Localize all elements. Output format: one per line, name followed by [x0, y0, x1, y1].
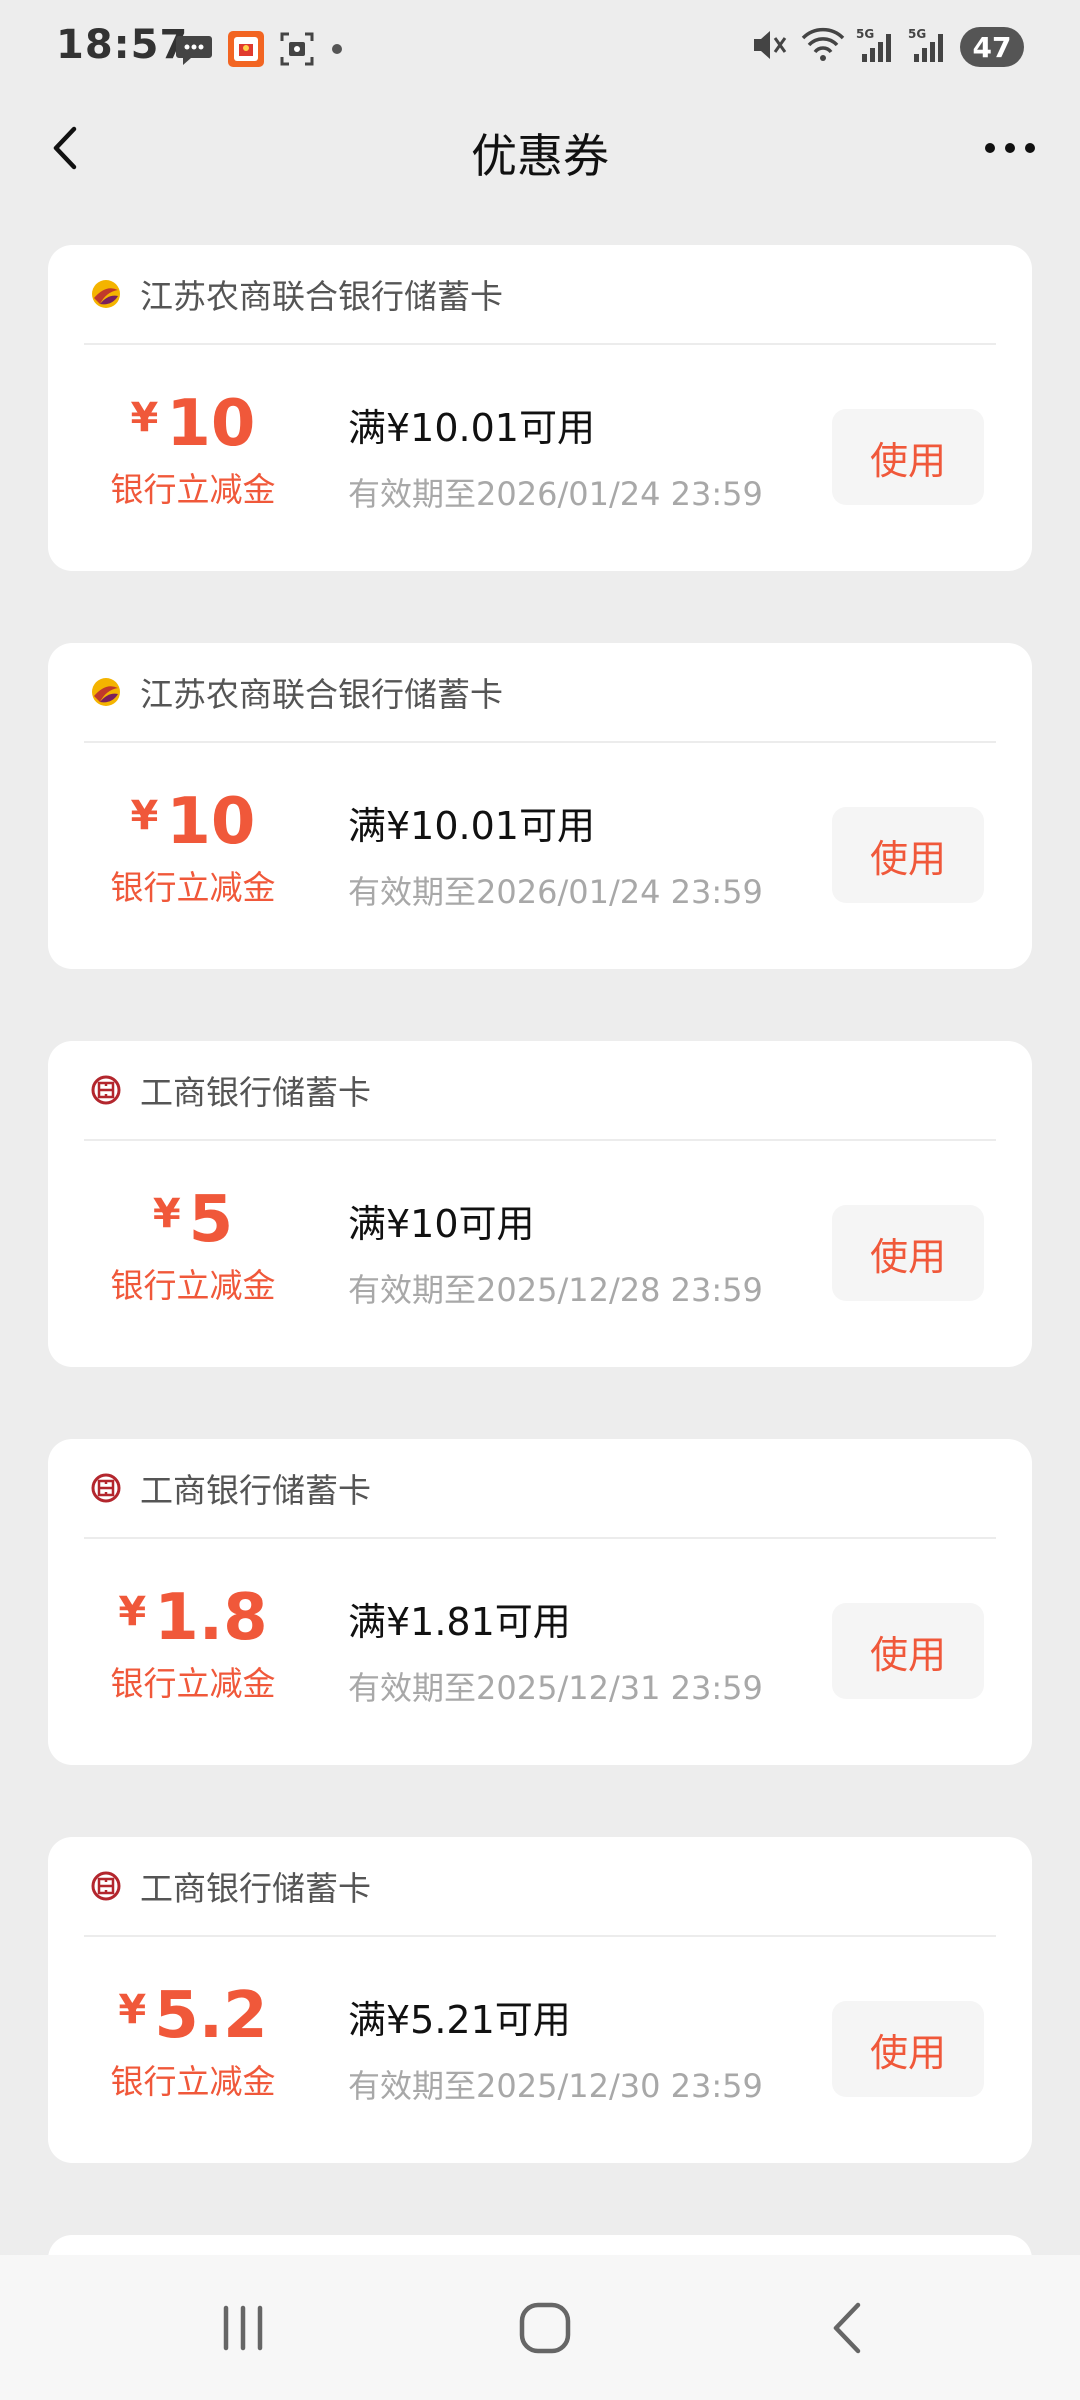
recent-apps-button[interactable]	[203, 2293, 283, 2363]
jiangsu-bank-logo-icon	[90, 676, 122, 708]
coupon-card[interactable]: 江苏农商联合银行储蓄卡 ¥ 10 银行立减金 满¥10.01可用 有效期至202…	[48, 643, 1032, 969]
header: 优惠券	[0, 96, 1080, 206]
back-icon	[833, 2302, 861, 2354]
currency-symbol: ¥	[118, 1589, 147, 1635]
condition-block: 满¥1.81可用 有效期至2025/12/31 23:59	[348, 1597, 763, 1709]
mute-icon	[750, 26, 790, 68]
condition-block: 满¥10.01可用 有效期至2026/01/24 23:59	[348, 403, 763, 515]
card-header: 江苏农商联合银行储蓄卡	[84, 643, 996, 743]
coupon-card[interactable]: 江苏农商联合银行储蓄卡 ¥ 10 银行立减金 满¥10.01可用 有效期至202…	[48, 245, 1032, 571]
coupon-type-label: 银行立减金	[110, 1266, 276, 1305]
page-title: 优惠券	[471, 129, 609, 183]
icbc-logo-icon	[90, 1074, 122, 1106]
amount-block: ¥ 5.2 银行立减金	[88, 1981, 298, 2103]
red-app-icon	[227, 30, 265, 72]
nav-back-button[interactable]	[808, 2293, 888, 2363]
amount-block: ¥ 1.8 银行立减金	[88, 1583, 298, 1705]
bank-name: 工商银行储蓄卡	[140, 1869, 371, 1908]
amount-block: ¥ 10 银行立减金	[88, 389, 298, 511]
coupon-expiry: 有效期至2025/12/30 23:59	[348, 2067, 763, 2105]
card-body: ¥ 1.8 银行立减金 满¥1.81可用 有效期至2025/12/31 23:5…	[48, 1539, 1032, 1765]
card-body: ¥ 5 银行立减金 满¥10可用 有效期至2025/12/28 23:59 使用	[48, 1141, 1032, 1367]
coupon-amount: 5.2	[154, 1979, 268, 2053]
card-header: 江苏农商联合银行储蓄卡	[84, 245, 996, 345]
coupon-condition: 满¥1.81可用	[348, 1600, 571, 1644]
icbc-logo-icon	[90, 1472, 122, 1504]
svg-text:5G: 5G	[856, 27, 874, 41]
coupon-condition: 满¥5.21可用	[348, 1998, 571, 2042]
status-right-icons: 5G 5G 47	[750, 26, 1024, 68]
more-button[interactable]	[974, 116, 1046, 180]
coupon-card[interactable]: 工商银行储蓄卡 ¥ 5.2 银行立减金 满¥5.21可用 有效期至2025/12…	[48, 1837, 1032, 2163]
coupon-type-label: 银行立减金	[110, 470, 276, 509]
coupon-expiry: 有效期至2026/01/24 23:59	[348, 873, 763, 911]
coupon-amount: 10	[166, 387, 256, 461]
status-time: 18:57	[56, 22, 189, 68]
condition-block: 满¥10.01可用 有效期至2026/01/24 23:59	[348, 801, 763, 913]
status-left-icons	[175, 30, 345, 72]
currency-symbol: ¥	[130, 395, 159, 441]
status-bar: 18:57 5G 5G 47	[0, 0, 1080, 96]
condition-block: 满¥5.21可用 有效期至2025/12/30 23:59	[348, 1995, 763, 2107]
amount-block: ¥ 5 银行立减金	[88, 1185, 298, 1307]
coupon-type-label: 银行立减金	[110, 868, 276, 907]
home-button[interactable]	[505, 2293, 585, 2363]
card-body: ¥ 5.2 银行立减金 满¥5.21可用 有效期至2025/12/30 23:5…	[48, 1937, 1032, 2163]
coupon-condition: 满¥10.01可用	[348, 406, 595, 450]
condition-block: 满¥10可用 有效期至2025/12/28 23:59	[348, 1199, 763, 1311]
recent-apps-icon	[223, 2305, 263, 2351]
coupon-card[interactable]: 工商银行储蓄卡 ¥ 5 银行立减金 满¥10可用 有效期至2025/12/28 …	[48, 1041, 1032, 1367]
coupon-list: 江苏农商联合银行储蓄卡 ¥ 10 银行立减金 满¥10.01可用 有效期至202…	[48, 245, 1032, 2347]
use-button[interactable]: 使用	[832, 2001, 984, 2097]
coupon-condition: 满¥10可用	[348, 1202, 535, 1246]
jiangsu-bank-logo-icon	[90, 278, 122, 310]
use-button[interactable]: 使用	[832, 1205, 984, 1301]
card-body: ¥ 10 银行立减金 满¥10.01可用 有效期至2026/01/24 23:5…	[48, 743, 1032, 969]
svg-text:5G: 5G	[908, 27, 926, 41]
coupon-amount: 1.8	[154, 1581, 268, 1655]
coupon-type-label: 银行立减金	[110, 1664, 276, 1703]
use-button[interactable]: 使用	[832, 1603, 984, 1699]
bank-name: 工商银行储蓄卡	[140, 1073, 371, 1112]
signal-5g-icon: 5G	[856, 26, 898, 68]
use-button[interactable]: 使用	[832, 807, 984, 903]
bank-name: 江苏农商联合银行储蓄卡	[140, 675, 503, 714]
currency-symbol: ¥	[118, 1987, 147, 2033]
system-nav-bar	[0, 2255, 1080, 2400]
bank-name: 工商银行储蓄卡	[140, 1471, 371, 1510]
currency-symbol: ¥	[152, 1191, 181, 1237]
coupon-card[interactable]: 工商银行储蓄卡 ¥ 1.8 银行立减金 满¥1.81可用 有效期至2025/12…	[48, 1439, 1032, 1765]
card-header: 工商银行储蓄卡	[84, 1837, 996, 1937]
currency-symbol: ¥	[130, 793, 159, 839]
battery-indicator: 47	[960, 27, 1024, 67]
chat-bubble-icon	[175, 32, 213, 70]
coupon-amount: 10	[166, 785, 256, 859]
more-dots-icon	[985, 143, 1035, 153]
card-header: 工商银行储蓄卡	[84, 1041, 996, 1141]
coupon-expiry: 有效期至2025/12/31 23:59	[348, 1669, 763, 1707]
bank-name: 江苏农商联合银行储蓄卡	[140, 277, 503, 316]
coupon-type-label: 银行立减金	[110, 2062, 276, 2101]
amount-block: ¥ 10 银行立减金	[88, 787, 298, 909]
coupon-amount: 5	[188, 1183, 234, 1257]
dot-icon	[329, 41, 345, 61]
coupon-expiry: 有效期至2026/01/24 23:59	[348, 475, 763, 513]
card-header: 工商银行储蓄卡	[84, 1439, 996, 1539]
icbc-logo-icon	[90, 1870, 122, 1902]
use-button[interactable]: 使用	[832, 409, 984, 505]
screenshot-icon	[279, 31, 315, 71]
coupon-expiry: 有效期至2025/12/28 23:59	[348, 1271, 763, 1309]
card-body: ¥ 10 银行立减金 满¥10.01可用 有效期至2026/01/24 23:5…	[48, 345, 1032, 571]
coupon-condition: 满¥10.01可用	[348, 804, 595, 848]
wifi-icon	[800, 26, 846, 68]
home-icon	[519, 2302, 571, 2354]
signal-5g-icon: 5G	[908, 26, 950, 68]
